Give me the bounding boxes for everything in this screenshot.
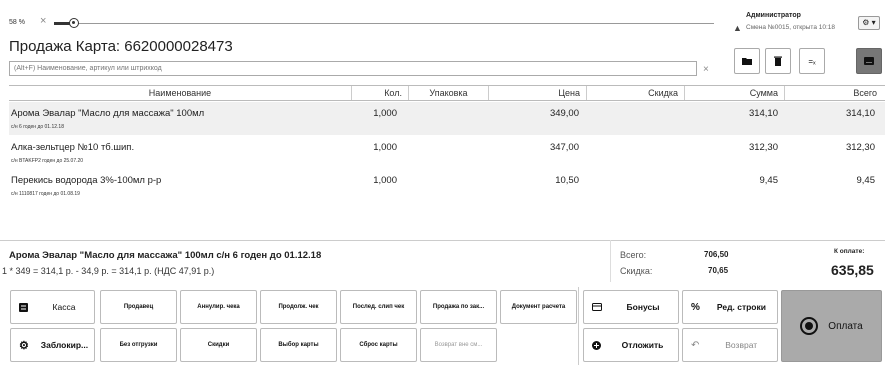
item-qty: 1,000 xyxy=(373,108,397,119)
table-header: Наименование Кол. Упаковка Цена Скидка С… xyxy=(9,85,885,101)
keyboard-icon xyxy=(864,57,874,65)
delete-button[interactable] xyxy=(765,48,791,74)
item-sum: 9,45 xyxy=(759,175,779,186)
items-table: Наименование Кол. Упаковка Цена Скидка С… xyxy=(9,85,885,235)
col-sum[interactable]: Сумма xyxy=(685,86,785,100)
pay-button[interactable]: Оплата xyxy=(781,290,882,362)
no-shipment-button[interactable]: Без отгрузки xyxy=(100,328,177,362)
folder-button[interactable] xyxy=(734,48,760,74)
item-price: 347,00 xyxy=(549,142,579,153)
item-sum: 312,30 xyxy=(748,142,778,153)
last-slip-button[interactable]: Послед. слип чек xyxy=(340,290,417,324)
select-card-button[interactable]: Выбор карты xyxy=(260,328,337,362)
pay-label: Оплата xyxy=(828,320,863,332)
edit-row-label: Ред. строки xyxy=(716,302,766,312)
order-sale-button[interactable]: Продажа по зак... xyxy=(420,290,497,324)
total-value: 706,50 xyxy=(704,250,729,259)
postpone-button[interactable]: Отложить xyxy=(583,328,679,362)
lock-button[interactable]: ⚙ Заблокир... xyxy=(10,328,95,362)
discount-value: 70,65 xyxy=(708,266,729,275)
table-row[interactable]: Перекись водорода 3%-100мл р-р с/н 11108… xyxy=(9,169,885,202)
gear-icon: ⚙ xyxy=(19,339,29,352)
item-total: 312,30 xyxy=(845,142,875,153)
item-serial: с/н 1110817 годен до 01.08.19 xyxy=(11,191,80,197)
item-name: Алка-зельтцер №10 тб.шип. xyxy=(11,142,135,153)
item-qty: 1,000 xyxy=(373,175,397,186)
search-clear-icon[interactable]: × xyxy=(703,64,709,75)
item-total: 314,10 xyxy=(845,108,875,119)
discounts-button[interactable]: Скидки xyxy=(180,328,257,362)
item-price: 10,50 xyxy=(555,175,579,186)
bonuses-label: Бонусы xyxy=(626,302,660,312)
table-row[interactable]: Арома Эвалар "Масло для массажа" 100мл с… xyxy=(9,102,885,135)
col-discount[interactable]: Скидка xyxy=(587,86,685,100)
col-qty[interactable]: Кол. xyxy=(352,86,409,100)
cancel-check-button[interactable]: Аннулир. чека xyxy=(180,290,257,324)
trash-icon xyxy=(774,56,782,66)
item-serial: с/н 6 годен до 01.12.18 xyxy=(11,124,64,130)
calc-document-button[interactable]: Документ расчета xyxy=(500,290,577,324)
item-price: 349,00 xyxy=(549,108,579,119)
zoom-slider[interactable] xyxy=(54,18,714,28)
selected-item-calculation: 1 * 349 = 314,1 р. - 34,9 р. = 314,1 р. … xyxy=(2,266,215,276)
item-sum: 314,10 xyxy=(748,108,778,119)
bonuses-button[interactable]: Бонусы xyxy=(583,290,679,324)
undo-icon: ↶ xyxy=(691,339,700,351)
card-icon xyxy=(592,303,602,311)
clear-format-button[interactable]: =ₓ xyxy=(799,48,825,74)
coin-icon xyxy=(800,317,819,335)
col-price[interactable]: Цена xyxy=(489,86,587,100)
col-package[interactable]: Упаковка xyxy=(409,86,489,100)
table-row[interactable]: Алка-зельтцер №10 тб.шип. с/н BTAKFP2 го… xyxy=(9,136,885,169)
folder-icon xyxy=(742,58,752,65)
add-circle-icon xyxy=(592,340,601,350)
user-name: Администратор xyxy=(746,12,801,19)
to-pay-value: 635,85 xyxy=(831,262,874,278)
percent-icon: % xyxy=(691,301,700,313)
lock-label: Заблокир... xyxy=(40,340,89,350)
user-icon: ▲ xyxy=(733,23,742,33)
item-name: Арома Эвалар "Масло для массажа" 100мл xyxy=(11,108,205,119)
kassa-label: Касса xyxy=(52,302,76,312)
zoom-reset-icon[interactable]: × xyxy=(40,15,46,27)
button-grid-divider xyxy=(578,287,579,365)
item-qty: 1,000 xyxy=(373,142,397,153)
search-input[interactable] xyxy=(9,61,697,76)
discount-label: Скидка: xyxy=(620,266,653,276)
col-total[interactable]: Всего xyxy=(785,86,883,100)
to-pay-label: К оплате: xyxy=(834,248,865,255)
shift-info: Смена №0015, открыта 10:18 xyxy=(746,24,836,31)
continue-check-button[interactable]: Продолж. чек xyxy=(260,290,337,324)
seller-button[interactable]: Продавец xyxy=(100,290,177,324)
keyboard-button[interactable] xyxy=(856,48,882,74)
item-serial: с/н BTAKFP2 годен до 25.07.20 xyxy=(11,158,84,164)
reset-card-button[interactable]: Сброс карты xyxy=(340,328,417,362)
return-button[interactable]: ↶ Возврат xyxy=(682,328,778,362)
item-total: 9,45 xyxy=(856,175,876,186)
item-name: Перекись водорода 3%-100мл р-р xyxy=(11,175,162,186)
return-outside-shift-button[interactable]: Возврат вне см... xyxy=(420,328,497,362)
return-label: Возврат xyxy=(725,340,758,350)
col-name[interactable]: Наименование xyxy=(9,86,352,100)
clear-format-icon: =ₓ xyxy=(808,56,816,66)
total-label: Всего: xyxy=(620,250,647,260)
postpone-label: Отложить xyxy=(621,340,664,350)
selected-item-description: Арома Эвалар "Масло для массажа" 100мл с… xyxy=(9,250,322,261)
menu-icon xyxy=(19,302,28,312)
zoom-label: 58 % xyxy=(9,19,25,26)
settings-button[interactable]: ⚙ ▾ xyxy=(858,16,880,30)
kassa-button[interactable]: Касса xyxy=(10,290,95,324)
summary-divider xyxy=(610,240,611,282)
edit-row-button[interactable]: % Ред. строки xyxy=(682,290,778,324)
zoom-slider-thumb[interactable] xyxy=(69,18,79,28)
page-title: Продажа Карта: 6620000028473 xyxy=(9,38,233,55)
